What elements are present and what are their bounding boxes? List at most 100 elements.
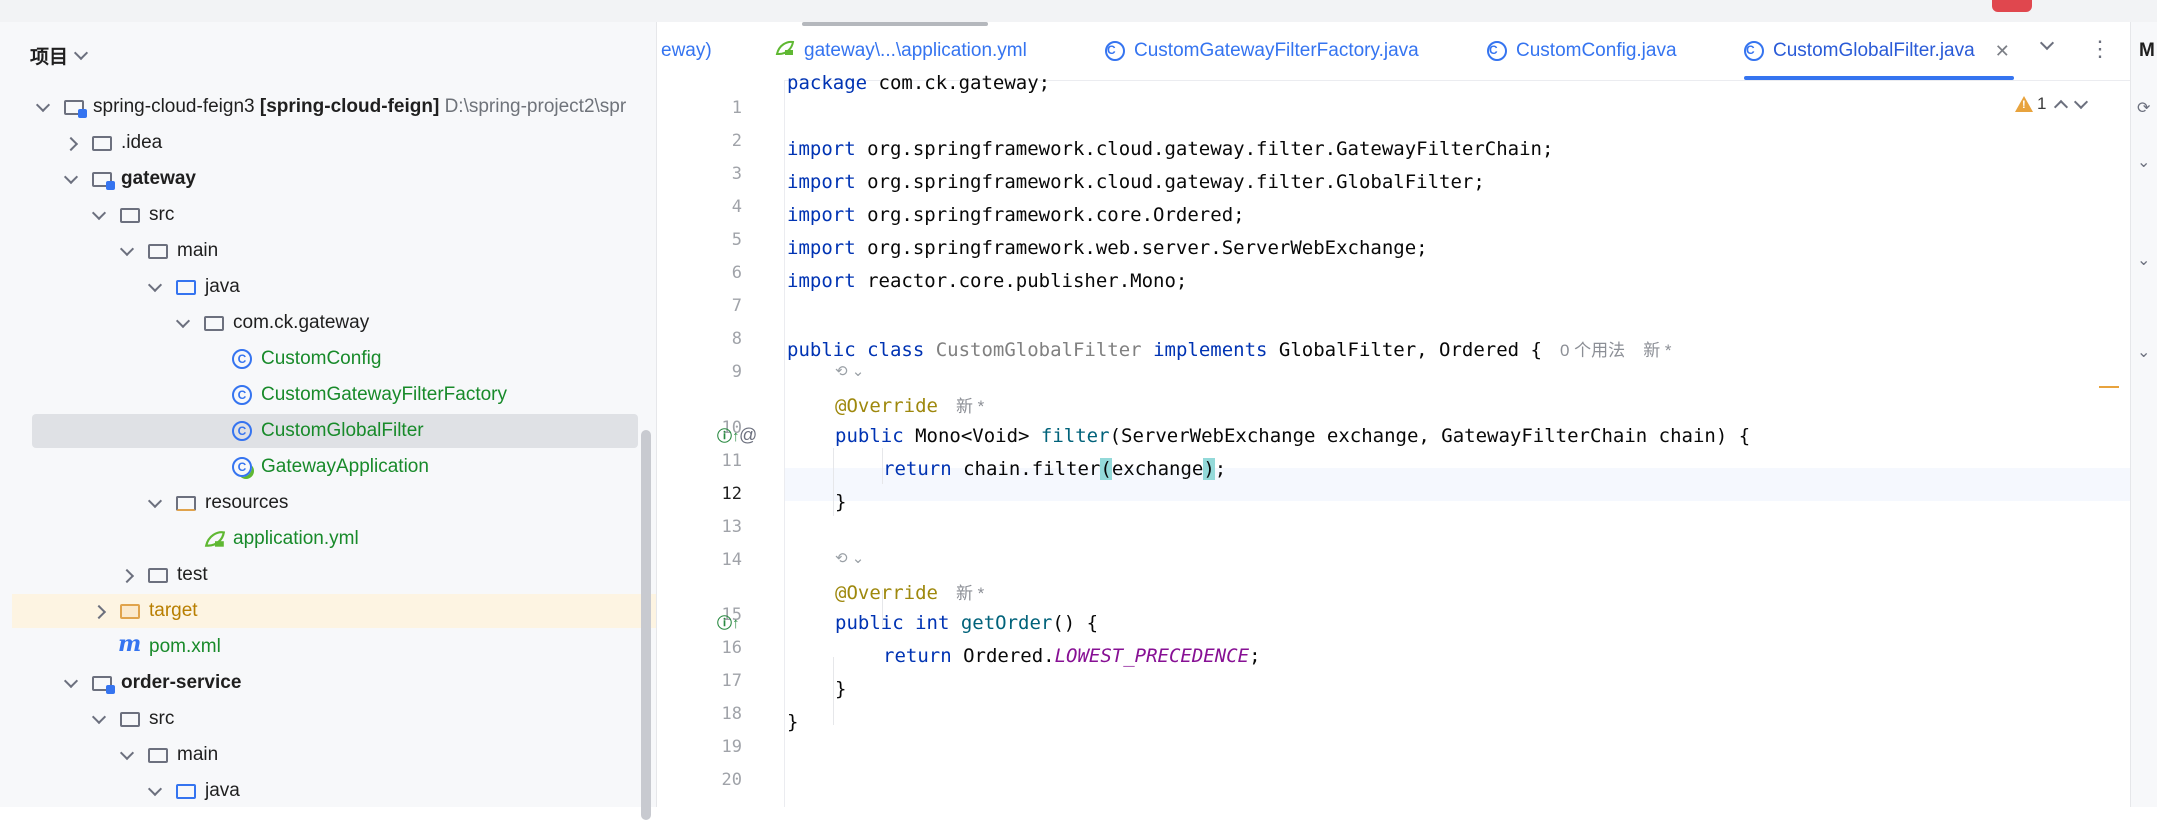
folder-icon: [92, 136, 112, 151]
notification-badge[interactable]: [1992, 0, 2032, 12]
code-line: return chain.filter(exchange);: [883, 458, 1227, 480]
project-tool-window: 项目 spring-cloud-feign3 [spring-cloud-fei…: [0, 22, 662, 820]
chevron-up-icon[interactable]: [2054, 99, 2069, 115]
tree-item[interactable]: java: [0, 270, 656, 304]
chevron-down-icon[interactable]: [63, 673, 79, 689]
tree-item-label: CustomGlobalFilter: [261, 420, 424, 441]
chevron-right-icon[interactable]: [91, 604, 107, 620]
line-number: 1: [731, 98, 742, 118]
at-annotation-icon[interactable]: @: [739, 425, 757, 446]
refresh-icon[interactable]: ⟳: [2137, 98, 2150, 118]
project-view-selector[interactable]: 项目: [30, 40, 89, 70]
tree-item[interactable]: src: [0, 198, 656, 232]
tree-item-label: CustomConfig: [261, 348, 382, 369]
line-number: 20: [721, 770, 742, 790]
chevron-down-icon[interactable]: [91, 205, 107, 221]
code-line: @Override 新 *: [835, 582, 985, 604]
maven-icon: m: [118, 631, 142, 657]
tree-item[interactable]: java: [0, 774, 656, 808]
spring-class-icon: C: [232, 457, 252, 477]
chevron-down-icon[interactable]: [119, 241, 135, 257]
code-line: }: [835, 491, 847, 513]
tree-item[interactable]: test: [0, 558, 656, 592]
tree-item-label: main: [177, 240, 219, 261]
tab-custom-config[interactable]: C CustomConfig.java: [1487, 22, 1677, 80]
chevron-down-icon[interactable]: ⌄: [2137, 152, 2150, 172]
tree-item-label: java: [205, 780, 240, 801]
class-icon: C: [1744, 41, 1764, 61]
chevron-down-icon[interactable]: [2039, 35, 2055, 51]
line-number: 14: [721, 550, 742, 570]
tree-item[interactable]: spring-cloud-feign3 [spring-cloud-feign]…: [0, 90, 656, 124]
implement-method-icon[interactable]: ⓘ↑: [717, 612, 740, 633]
tab-previous[interactable]: eway): [661, 22, 712, 80]
tree-item[interactable]: C CustomGatewayFilterFactory: [0, 378, 656, 412]
class-icon: C: [232, 421, 252, 441]
chevron-down-icon[interactable]: [91, 709, 107, 725]
code-line: }: [835, 678, 847, 700]
chevron-right-icon[interactable]: [119, 568, 135, 584]
tree-item[interactable]: resources: [0, 486, 656, 520]
line-number: 3: [731, 164, 742, 184]
code-vision-icon[interactable]: ⟲ ⌄: [835, 362, 864, 380]
line-number: 4: [731, 197, 742, 217]
chevron-down-icon[interactable]: [2074, 94, 2089, 110]
folder-icon: [120, 208, 140, 223]
tab-custom-global-filter[interactable]: C CustomGlobalFilter.java ✕: [1744, 22, 2014, 80]
line-number: 19: [721, 737, 742, 757]
chevron-down-icon[interactable]: ⌄: [2137, 342, 2150, 362]
chevron-down-icon[interactable]: [63, 169, 79, 185]
yaml-icon: [204, 529, 226, 555]
gutter-separator: [784, 80, 785, 807]
tree-item-label: src: [149, 708, 175, 729]
chevron-down-icon[interactable]: [147, 493, 163, 509]
maven-tool-label[interactable]: M: [2139, 40, 2155, 62]
code-vision-icon[interactable]: ⟲ ⌄: [835, 549, 864, 567]
code-line: return Ordered.LOWEST_PRECEDENCE;: [883, 645, 1261, 667]
chevron-down-icon: [73, 45, 89, 61]
implement-method-icon[interactable]: ⓘ↑: [717, 425, 740, 446]
tree-item[interactable]: src: [0, 702, 656, 736]
tab-label: CustomGlobalFilter.java: [1773, 40, 1975, 61]
scrollbar-warning-mark[interactable]: [2099, 386, 2119, 388]
folder-icon: [148, 244, 168, 259]
chevron-down-icon[interactable]: ⌄: [2137, 250, 2150, 270]
close-icon[interactable]: ✕: [1995, 41, 2010, 62]
tab-label: CustomGatewayFilterFactory.java: [1134, 40, 1419, 61]
chevron-down-icon[interactable]: [147, 277, 163, 293]
chevron-down-icon[interactable]: [119, 745, 135, 761]
tree-item[interactable]: C CustomConfig: [0, 342, 656, 376]
code-line: package com.ck.gateway;: [787, 72, 1051, 94]
inspection-widget[interactable]: ! 1: [2015, 94, 2089, 115]
tree-item-label: test: [177, 564, 208, 585]
tree-item[interactable]: application.yml: [0, 522, 656, 556]
line-number: 11: [721, 451, 742, 471]
tab-custom-gateway-filter-factory[interactable]: C CustomGatewayFilterFactory.java: [1105, 22, 1419, 80]
title-bar: [0, 0, 2157, 22]
tree-item[interactable]: com.ck.gateway: [0, 306, 656, 340]
more-options-icon[interactable]: ⋮: [2089, 36, 2111, 62]
tree-item-label: GatewayApplication: [261, 456, 429, 477]
chevron-down-icon[interactable]: [35, 97, 51, 113]
tab-label: CustomConfig.java: [1516, 40, 1677, 61]
tree-item[interactable]: order-service: [0, 666, 656, 700]
tree-item[interactable]: main: [0, 234, 656, 268]
tree-item[interactable]: main: [0, 738, 656, 772]
chevron-down-icon[interactable]: [175, 313, 191, 329]
code-line: }: [787, 711, 799, 733]
tree-item[interactable]: m pom.xml: [0, 630, 656, 664]
warning-icon: !: [2015, 96, 2033, 112]
chevron-right-icon[interactable]: [63, 136, 79, 152]
tree-item[interactable]: gateway: [0, 162, 656, 196]
tree-item[interactable]: C CustomGlobalFilter: [32, 414, 638, 448]
project-scrollbar[interactable]: [641, 430, 651, 820]
chevron-down-icon[interactable]: [147, 781, 163, 797]
tree-item[interactable]: target: [12, 594, 662, 628]
indent-guide: [882, 448, 883, 484]
tab-label: eway): [661, 40, 712, 61]
tree-item[interactable]: .idea: [0, 126, 656, 160]
tree-item[interactable]: C GatewayApplication: [0, 450, 656, 484]
line-number: 13: [721, 517, 742, 537]
tree-item-label: .idea: [121, 132, 163, 153]
line-number: 7: [731, 296, 742, 316]
